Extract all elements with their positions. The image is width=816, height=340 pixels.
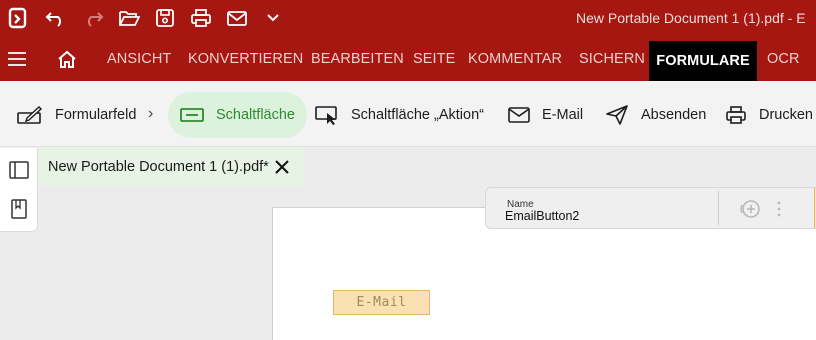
close-icon[interactable] (272, 157, 292, 177)
undo-icon[interactable] (41, 4, 71, 32)
drucken-label: Drucken (759, 107, 813, 123)
action-button-icon (315, 106, 337, 125)
save-icon[interactable] (150, 4, 180, 32)
ribbon-tab-bar: ANSICHT KONVERTIEREN BEARBEITEN SEITE KO… (0, 37, 816, 81)
window-title: New Portable Document 1 (1).pdf - E (576, 10, 806, 26)
divider (718, 191, 719, 225)
tab-ansicht[interactable]: ANSICHT (107, 37, 171, 81)
absenden-label: Absenden (641, 107, 707, 123)
tab-kommentar[interactable]: KOMMENTAR (468, 37, 562, 81)
email-button[interactable]: E-Mail (508, 92, 583, 138)
schaltflaeche-aktion-label: Schaltfläche „Aktion“ (351, 107, 484, 123)
document-tab-title: New Portable Document 1 (1).pdf* (48, 159, 269, 175)
tab-seite[interactable]: SEITE (413, 37, 455, 81)
schaltflaeche-label: Schaltfläche (216, 107, 295, 123)
app-logo-icon[interactable] (2, 4, 32, 32)
redo-icon[interactable] (78, 4, 108, 32)
drucken-button[interactable]: Drucken (725, 92, 813, 138)
absenden-button[interactable]: Absenden (605, 92, 706, 138)
hamburger-menu-icon[interactable] (0, 37, 34, 81)
tab-bearbeiten[interactable]: BEARBEITEN (311, 37, 404, 81)
schaltflaeche-aktion-button[interactable]: Schaltfläche „Aktion“ (315, 92, 484, 138)
formulare-toolbar: Formularfeld › Schaltfläche Schaltfläche… (0, 81, 816, 147)
tab-sichern[interactable]: SICHERN (579, 37, 645, 81)
name-value[interactable]: EmailButton2 (505, 209, 579, 223)
add-action-icon[interactable] (739, 197, 763, 221)
chevron-down-icon[interactable] (258, 4, 288, 32)
button-field-icon (180, 108, 204, 122)
email-form-button[interactable]: E-Mail (333, 290, 430, 315)
chevron-right-icon: › (148, 105, 154, 122)
field-property-bar: Name EmailButton2 (485, 187, 816, 229)
email-label: E-Mail (542, 107, 584, 123)
email-icon[interactable] (222, 4, 252, 32)
send-icon (606, 105, 628, 125)
formularfeld-button[interactable]: Formularfeld (17, 92, 136, 138)
left-side-panel (0, 148, 38, 232)
more-options-icon[interactable] (775, 198, 783, 220)
form-field-edit-icon (17, 106, 43, 124)
home-icon[interactable] (50, 37, 84, 81)
mail-icon (508, 107, 530, 123)
open-folder-icon[interactable] (114, 4, 144, 32)
title-bar: New Portable Document 1 (1).pdf - E (0, 0, 816, 37)
schaltflaeche-button[interactable]: Schaltfläche (168, 92, 307, 138)
tab-ocr[interactable]: OCR (767, 37, 800, 81)
panel-toggle-icon[interactable] (8, 159, 30, 181)
formularfeld-label: Formularfeld (55, 107, 137, 123)
print-icon[interactable] (186, 4, 216, 32)
tab-formulare[interactable]: FORMULARE (649, 41, 757, 81)
printer-icon (726, 106, 746, 124)
bookmark-icon[interactable] (8, 198, 30, 220)
document-tab[interactable]: New Portable Document 1 (1).pdf* (38, 148, 305, 186)
tab-konvertieren[interactable]: KONVERTIEREN (188, 37, 303, 81)
